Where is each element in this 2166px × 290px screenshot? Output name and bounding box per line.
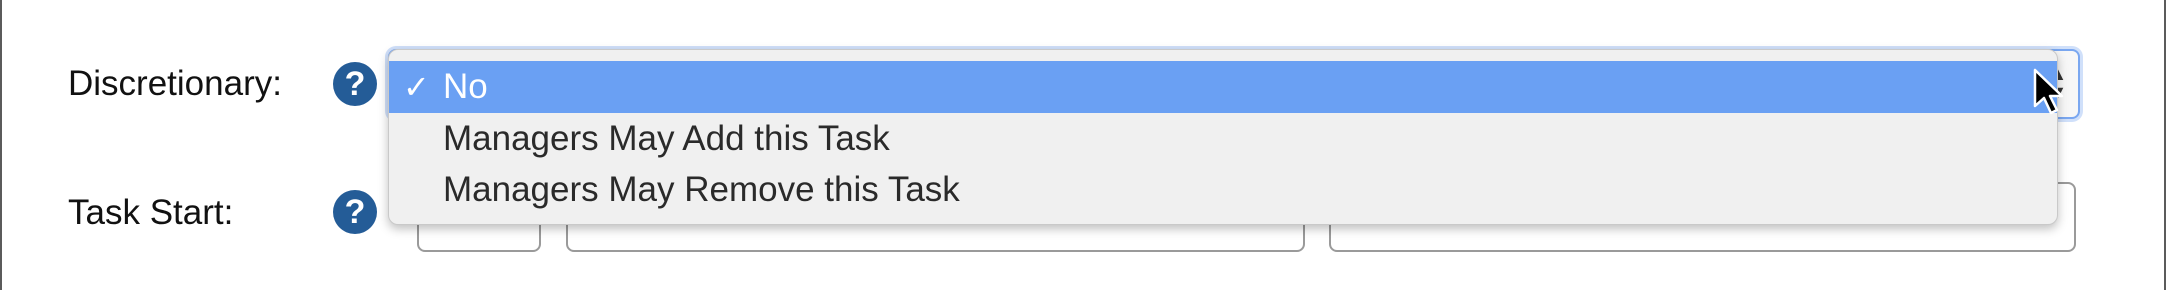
dropdown-option-managers-may-remove[interactable]: Managers May Remove this Task	[389, 164, 2057, 216]
option-label: Managers May Add this Task	[443, 119, 890, 158]
task-start-label: Task Start:	[68, 193, 234, 232]
dropdown-option-managers-may-add[interactable]: Managers May Add this Task	[389, 113, 2057, 165]
dropdown-option-no[interactable]: ✓ No	[389, 61, 2057, 113]
form-panel: Discretionary: ? ▲▼ Task Start: ? ⌄ ⌄ ✓ …	[0, 0, 2166, 290]
mouse-pointer-icon	[2033, 68, 2064, 115]
option-label: Managers May Remove this Task	[443, 170, 960, 209]
help-icon[interactable]: ?	[333, 62, 377, 106]
discretionary-dropdown-menu: ✓ No Managers May Add this Task Managers…	[388, 49, 2058, 225]
discretionary-label: Discretionary:	[68, 64, 282, 103]
checkmark-icon: ✓	[403, 69, 430, 105]
option-label: No	[443, 67, 488, 106]
help-icon[interactable]: ?	[333, 190, 377, 234]
